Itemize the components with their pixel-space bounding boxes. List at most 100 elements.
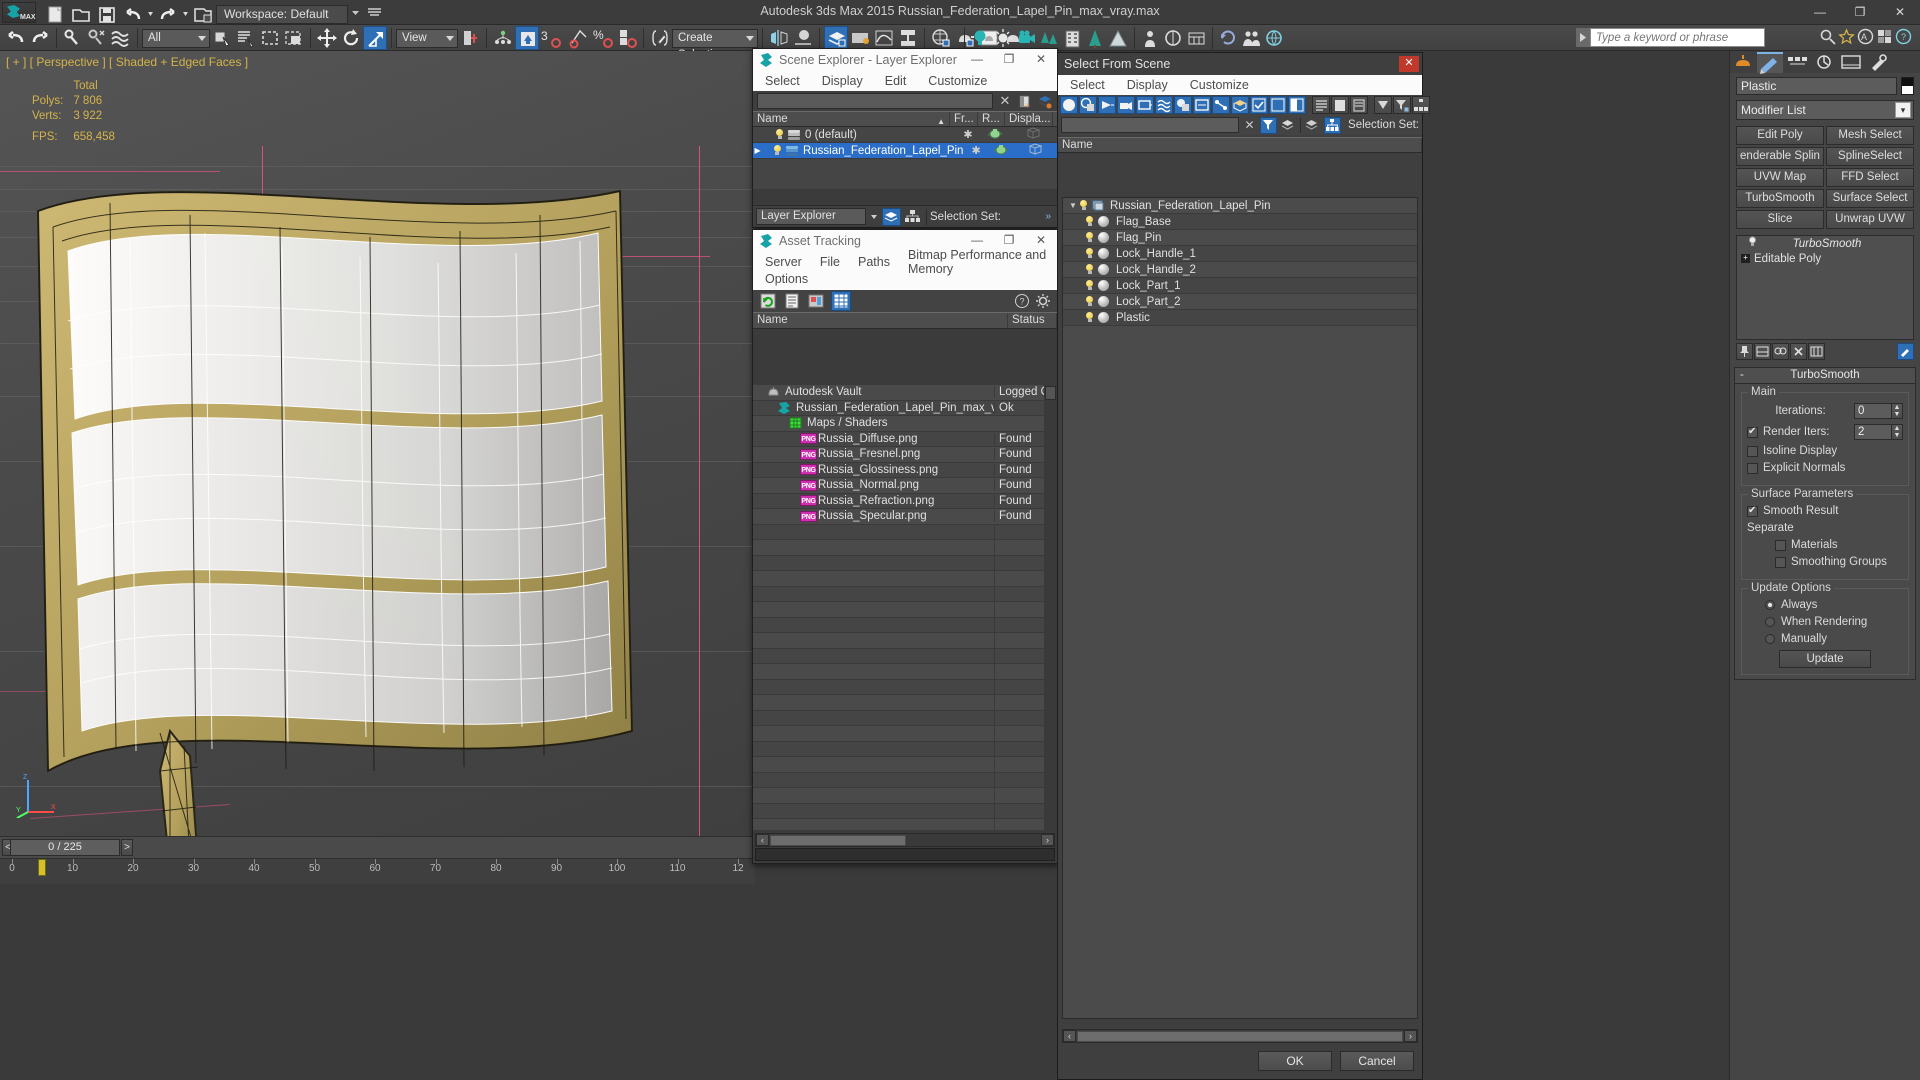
ref-coord-combo[interactable]: View	[396, 29, 458, 48]
visibility-bulb-icon[interactable]	[1085, 280, 1094, 291]
invert-filter-icon[interactable]	[1288, 96, 1306, 114]
cancel-button[interactable]: Cancel	[1340, 1051, 1414, 1071]
people-icon[interactable]	[1140, 28, 1161, 49]
table-row[interactable]: Maps / Shaders	[753, 416, 1044, 432]
spinner-arrows-icon[interactable]: ▲▼	[1892, 403, 1903, 419]
select-rotate-icon[interactable]	[339, 26, 363, 50]
refresh-icon[interactable]	[759, 292, 777, 310]
hscroll-thumb[interactable]	[770, 835, 906, 846]
maximize-button[interactable]: ❐	[1840, 0, 1880, 25]
hierarchy-icon[interactable]	[1412, 96, 1430, 114]
sfs-hscroll-left-arrow[interactable]: ‹	[1063, 1030, 1076, 1042]
remove-modifier-icon[interactable]	[1790, 343, 1807, 360]
sfs-find-icon[interactable]	[1260, 117, 1277, 134]
sfs-titlebar[interactable]: Select From Scene ✕	[1058, 53, 1422, 75]
spinner[interactable]: 0▲▼	[1854, 403, 1903, 419]
undo-scene-icon[interactable]	[4, 26, 28, 50]
checkbox[interactable]	[1775, 540, 1786, 551]
schematic-view-icon[interactable]	[896, 26, 920, 50]
percent-snap-angle-icon[interactable]	[567, 26, 591, 50]
modifier-button[interactable]: Surface Select	[1826, 189, 1914, 208]
modify-tab[interactable]	[1757, 52, 1783, 73]
layer-light-icon[interactable]	[775, 129, 784, 140]
se-menu-display[interactable]: Display	[822, 74, 863, 88]
radio-button[interactable]	[1765, 600, 1775, 610]
filter-icon[interactable]	[1393, 96, 1411, 114]
hscroll-right-arrow[interactable]: ›	[1041, 834, 1054, 846]
display-detail-icon[interactable]	[1350, 96, 1368, 114]
track-bar[interactable]: 010203040506070809010011012	[0, 858, 755, 884]
stack-item[interactable]: +Editable Poly	[1737, 251, 1913, 266]
se-expand-chevron-icon[interactable]: »	[1045, 211, 1054, 222]
help-question-icon[interactable]: ?	[1014, 293, 1030, 309]
show-end-result-icon[interactable]	[1754, 343, 1771, 360]
cameras-filter-icon[interactable]	[1117, 96, 1135, 114]
visibility-bulb-icon[interactable]	[1085, 312, 1094, 323]
modifier-list-combo[interactable]: Modifier List ▾	[1736, 100, 1914, 120]
sfs-table-header[interactable]: Name	[1058, 137, 1422, 153]
param-row[interactable]: When Rendering	[1747, 616, 1903, 628]
redo-scene-icon[interactable]	[28, 26, 52, 50]
command-panel[interactable]: Modifier List ▾ Edit PolyMesh Selectende…	[1729, 51, 1920, 1080]
se-search-input[interactable]	[757, 93, 993, 109]
mirror-icon[interactable]	[767, 26, 791, 50]
modifier-button[interactable]: Unwrap UVW	[1826, 210, 1914, 229]
select-move-icon[interactable]	[315, 26, 339, 50]
at-menu-file[interactable]: File	[820, 255, 840, 269]
timeline-playhead[interactable]	[38, 859, 46, 876]
modifier-stack-toolbar[interactable]	[1736, 343, 1914, 361]
expand-arrow-icon[interactable]: ▼	[1067, 201, 1079, 210]
modifier-button[interactable]: SplineSelect	[1826, 147, 1914, 166]
ribbon-icon[interactable]	[848, 26, 872, 50]
table-row[interactable]: 0 (default) ✱	[753, 127, 1057, 143]
lights-filter-icon[interactable]	[1098, 96, 1116, 114]
renderable-teapot-icon[interactable]	[982, 128, 1009, 142]
asset-tracking-hscrollbar[interactable]: ‹ ›	[755, 833, 1055, 847]
window-crossing-icon[interactable]	[282, 26, 306, 50]
search-input[interactable]	[1590, 28, 1765, 47]
param-row[interactable]: Iterations:0▲▼	[1747, 403, 1903, 419]
command-panel-tabs[interactable]	[1730, 51, 1920, 73]
modifier-button[interactable]: FFD Select	[1826, 168, 1914, 187]
asset-tracking-window[interactable]: Asset Tracking — ❐ ✕ Server File Paths B…	[752, 229, 1058, 864]
spacewarps-filter-icon[interactable]	[1155, 96, 1173, 114]
asset-tracking-toolbar[interactable]: ?	[753, 290, 1057, 312]
visibility-bulb-icon[interactable]	[1085, 264, 1094, 275]
sfs-menu-select[interactable]: Select	[1070, 78, 1105, 92]
se-layer-options-icon[interactable]	[1037, 94, 1053, 109]
help-globe-icon[interactable]	[1264, 28, 1285, 49]
sfs-hierarchy-icon[interactable]	[1324, 117, 1341, 134]
frozen-icon[interactable]: ✱	[954, 128, 982, 141]
bones-filter-icon[interactable]	[1212, 96, 1230, 114]
select-link-icon[interactable]	[61, 26, 85, 50]
ok-button[interactable]: OK	[1258, 1051, 1332, 1071]
se-menu-select[interactable]: Select	[765, 74, 800, 88]
make-unique-icon[interactable]	[1772, 343, 1789, 360]
display-tab[interactable]	[1838, 52, 1864, 73]
display-grid-icon[interactable]	[1331, 96, 1349, 114]
param-row[interactable]: Smooth Result	[1747, 505, 1903, 517]
param-row[interactable]: Separate	[1747, 522, 1903, 534]
trees-icon[interactable]	[1039, 28, 1060, 49]
conifer-icon[interactable]	[1085, 28, 1106, 49]
create-tab[interactable]	[1730, 52, 1756, 73]
select-scale-icon[interactable]	[363, 26, 387, 50]
named-selection-combo[interactable]: Create Selection Se	[672, 29, 758, 48]
autodesk-account-icon[interactable]: A	[1857, 28, 1874, 45]
param-row[interactable]: Materials	[1747, 539, 1903, 551]
se-close-button[interactable]: ✕	[1025, 49, 1057, 71]
list-item[interactable]: ▼Russian_Federation_Lapel_Pin	[1063, 198, 1417, 214]
asset-tracking-header[interactable]: Name Status	[753, 312, 1057, 329]
spinner-arrows-icon[interactable]: ▲▼	[1892, 424, 1903, 440]
thumbnail-view-icon[interactable]	[807, 292, 825, 310]
tools-icon[interactable]	[1897, 343, 1914, 360]
helpers-filter-icon[interactable]	[1136, 96, 1154, 114]
pin-stack-icon[interactable]	[1736, 343, 1753, 360]
table-row[interactable]: PNGRussia_Diffuse.pngFound	[753, 432, 1044, 448]
list-item[interactable]: Flag_Pin	[1063, 230, 1417, 246]
spinner-value[interactable]: 0	[1854, 403, 1892, 419]
hierarchy-mode-icon[interactable]	[904, 208, 923, 226]
hierarchy-tab[interactable]	[1784, 52, 1810, 73]
param-row[interactable]: Isoline Display	[1747, 445, 1903, 457]
xrefs-filter-icon[interactable]	[1193, 96, 1211, 114]
